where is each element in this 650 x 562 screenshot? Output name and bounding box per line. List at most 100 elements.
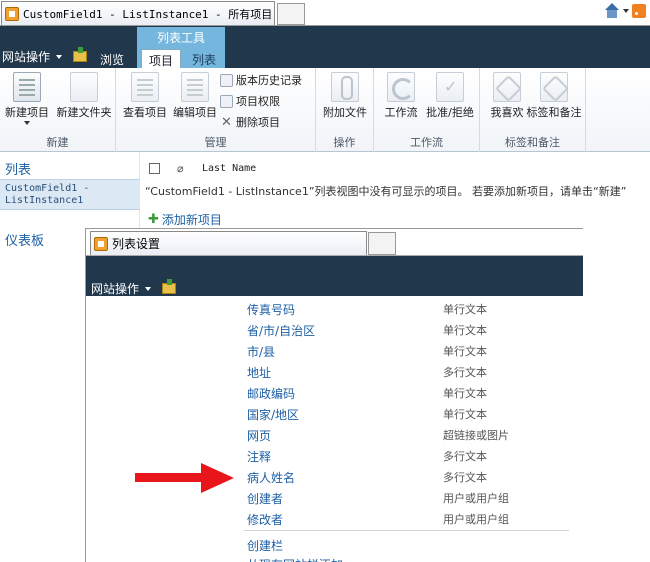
ribbon-group-manage: 查看项目 编辑项目 版本历史记录 项目权限 ✕ 删除项目 管理 [116,68,316,152]
attach-file-label: 附加文件 [323,106,367,119]
new-item-button[interactable]: 新建项目 [0,72,54,125]
chevron-down-icon [24,121,30,125]
tab-items[interactable]: 项目 [141,49,181,69]
attachment-icon: ⌀ [177,161,184,175]
approve-reject-button[interactable]: 批准/拒绝 [422,72,478,119]
field-name-link[interactable]: 病人姓名 [247,469,443,486]
navigate-up-icon[interactable] [73,47,88,62]
field-row: 注释 多行文本 [247,446,577,466]
field-type: 用户或用户组 [443,513,509,526]
ribbon-group-new: 新建项目 新建文件夹 新建 [0,68,116,152]
column-header-last-name[interactable]: Last Name [202,163,256,174]
field-type: 单行文本 [443,387,487,400]
field-type: 单行文本 [443,408,487,421]
field-row: 省/市/自治区 单行文本 [247,320,577,340]
tags-notes-button[interactable]: 标签和备注 [524,72,584,119]
field-row: 邮政编码 单行文本 [247,383,577,403]
field-row: 修改者 用户或用户组 [247,509,577,529]
site-actions-menu[interactable]: 网站操作 [2,47,88,65]
new-item-label: 新建项目 [5,106,49,119]
approve-check-icon [436,72,464,102]
view-item-button[interactable]: 查看项目 [118,72,172,119]
edit-item-button[interactable]: 编辑项目 [168,72,222,119]
field-name-link[interactable]: 国家/地区 [247,406,443,423]
field-type: 单行文本 [443,345,487,358]
workflow-cycle-icon [387,72,415,102]
tab-list[interactable]: 列表 [185,49,223,69]
site-actions-label: 网站操作 [2,50,51,64]
ribbon-body: 新建项目 新建文件夹 新建 查看项目 编辑项目 版本历史记录 项目权限 ✕ 删除… [0,68,650,152]
group-label-manage: 管理 [204,136,227,149]
empty-list-message: “CustomField1 - ListInstance1”列表视图中没有可显示… [145,185,627,198]
edit-item-label: 编辑项目 [173,106,217,119]
item-permissions-label: 项目权限 [236,95,280,108]
delete-item-button[interactable]: ✕ 删除项目 [220,112,280,132]
view-item-icon [131,72,159,102]
delete-item-label: 删除项目 [236,116,280,129]
create-column-link[interactable]: 创建栏 [247,537,283,554]
field-row: 地址 多行文本 [247,362,577,382]
browser-tab-strip: CustomField1 - ListInstance1 - 所有项目 [0,0,650,26]
field-type: 多行文本 [443,366,487,379]
overlay-site-actions-menu[interactable]: 网站操作 [91,279,177,297]
field-row: 市/县 单行文本 [247,341,577,361]
chevron-down-icon [56,54,63,59]
field-name-link[interactable]: 网页 [247,427,443,444]
list-header-row: ⌀ Last Name [145,158,256,178]
nav-item-current-list[interactable]: CustomField1 - ListInstance1 [0,179,140,210]
browser-tab-title: CustomField1 - ListInstance1 - 所有项目 [23,7,273,21]
paperclip-icon [331,72,359,102]
tab-browse[interactable]: 浏览 [100,51,124,68]
field-name-link[interactable]: 传真号码 [247,301,443,318]
item-permissions-button[interactable]: 项目权限 [220,91,280,111]
field-name-link[interactable]: 省/市/自治区 [247,322,443,339]
field-type: 超链接或图片 [443,429,509,442]
version-history-button[interactable]: 版本历史记录 [220,70,302,90]
overlay-tab-title: 列表设置 [112,237,161,251]
field-row: 网页 超链接或图片 [247,425,577,445]
field-name-link[interactable]: 注释 [247,448,443,465]
field-type: 多行文本 [443,450,487,463]
overlay-browser-tab[interactable]: 列表设置 [90,231,367,255]
permissions-key-icon [220,94,233,108]
field-name-link[interactable]: 地址 [247,364,443,381]
field-name-link[interactable]: 创建者 [247,490,443,507]
field-row-highlighted: 病人姓名 多行文本 [247,467,577,487]
overlay-new-tab-button[interactable] [368,232,396,255]
field-name-link[interactable]: 邮政编码 [247,385,443,402]
add-from-site-columns-link[interactable]: 从现有网站栏添加 [247,556,343,562]
nav-heading-dashboards[interactable]: 仪表板 [5,230,44,249]
new-tab-button[interactable] [277,3,305,25]
group-label-tags: 标签和备注 [505,136,560,149]
rss-feed-icon[interactable] [632,4,646,18]
overlay-tab-strip: 列表设置 [86,229,583,256]
sharepoint-page-icon [5,6,19,21]
nav-heading-lists[interactable]: 列表 [5,159,31,178]
field-name-link[interactable]: 修改者 [247,511,443,528]
home-icon[interactable] [604,3,620,19]
attach-file-button[interactable]: 附加文件 [318,72,372,119]
field-name-link[interactable]: 市/县 [247,343,443,360]
plus-icon: ✚ [148,212,159,227]
group-label-workflow: 工作流 [410,136,443,149]
new-folder-button[interactable]: 新建文件夹 [54,72,114,119]
tags-notes-icon [540,72,568,102]
ribbon-group-tags: 我喜欢 标签和备注 标签和备注 [480,68,586,152]
workflows-button[interactable]: 工作流 [374,72,428,119]
workflows-label: 工作流 [384,106,418,119]
ribbon-group-workflow: 工作流 批准/拒绝 工作流 [374,68,480,152]
field-type: 单行文本 [443,324,487,337]
field-type: 用户或用户组 [443,492,509,505]
select-all-checkbox[interactable] [149,162,160,174]
add-new-item-link[interactable]: ✚ 添加新项目 [148,211,222,228]
new-item-icon [13,72,41,102]
tags-notes-label: 标签和备注 [526,106,582,119]
overlay-site-actions-label: 网站操作 [91,282,140,296]
version-history-label: 版本历史记录 [236,74,302,87]
navigate-up-icon[interactable] [162,279,177,294]
browser-tab[interactable]: CustomField1 - ListInstance1 - 所有项目 [1,1,275,25]
field-type: 多行文本 [443,471,487,484]
field-row: 创建者 用户或用户组 [247,488,577,508]
chevron-down-icon[interactable] [623,9,629,13]
browser-toolbar [604,3,646,19]
